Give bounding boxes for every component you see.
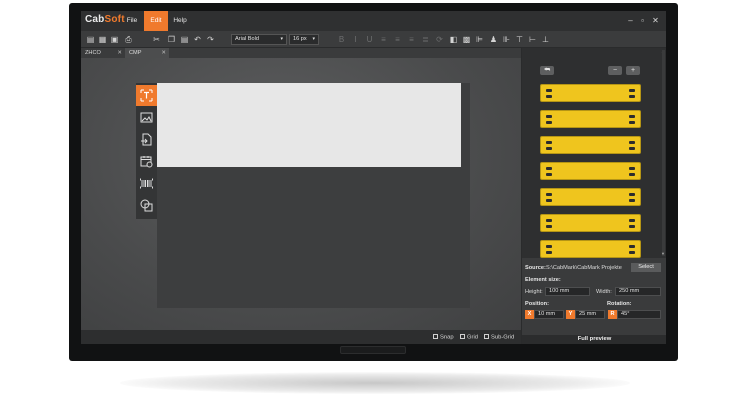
design-canvas[interactable] bbox=[81, 58, 521, 330]
bold-icon[interactable]: B bbox=[337, 35, 346, 44]
import-tool-icon[interactable] bbox=[136, 129, 157, 150]
monitor-notch bbox=[340, 346, 406, 354]
save-icon[interactable]: ▣ bbox=[110, 35, 119, 44]
rotate-icon[interactable]: ⟳ bbox=[435, 35, 444, 44]
properties-panel: Source: S:\CabMark\CabMark Projekte Sele… bbox=[522, 258, 666, 334]
align-right-edges-icon[interactable]: ⊪ bbox=[502, 35, 511, 44]
barcode-tool-icon[interactable] bbox=[136, 173, 157, 194]
subgrid-checkbox[interactable]: Sub-Grid bbox=[484, 334, 514, 341]
x-axis-badge: X bbox=[525, 310, 534, 319]
source-path: S:\CabMark\CabMark Projekte bbox=[546, 265, 622, 271]
italic-icon[interactable]: I bbox=[351, 35, 360, 44]
shape-tool-icon[interactable] bbox=[136, 195, 157, 216]
width-label: Width: bbox=[596, 289, 612, 295]
text-tool-icon[interactable] bbox=[136, 85, 157, 106]
element-size-label: Element size: bbox=[525, 277, 561, 283]
minimize-icon[interactable]: – bbox=[625, 15, 636, 26]
redo-icon[interactable]: ↷ bbox=[206, 35, 215, 44]
tag-item[interactable] bbox=[540, 110, 641, 128]
align-middle-icon[interactable]: ⊢ bbox=[528, 35, 537, 44]
rotation-axis-badge: R bbox=[608, 310, 617, 319]
width-field[interactable]: 250 mm bbox=[615, 287, 661, 296]
tag-item[interactable] bbox=[540, 136, 641, 154]
align-centers-icon[interactable]: ♟ bbox=[489, 35, 498, 44]
rotation-field[interactable]: 45° bbox=[617, 310, 661, 319]
scroll-down-icon[interactable]: ▼ bbox=[661, 251, 665, 256]
align-center-icon[interactable]: ≡ bbox=[393, 35, 402, 44]
tab-cmp[interactable]: CMP ✕ bbox=[125, 48, 169, 58]
tag-item[interactable] bbox=[540, 240, 641, 258]
full-preview-button[interactable]: Full preview bbox=[522, 335, 666, 344]
tag-item[interactable] bbox=[540, 84, 641, 102]
zoom-in-button[interactable]: + bbox=[626, 66, 640, 75]
preview-scrollbar[interactable] bbox=[662, 50, 665, 256]
align-left-icon[interactable]: ≡ bbox=[379, 35, 388, 44]
label-text-area[interactable] bbox=[157, 83, 461, 167]
close-icon[interactable]: ✕ bbox=[650, 15, 661, 26]
layer-icon[interactable]: ◧ bbox=[449, 35, 458, 44]
menu-file[interactable]: File bbox=[121, 11, 143, 31]
document-tabs: ZHCO ✕ CMP ✕ bbox=[81, 48, 521, 58]
font-family-select[interactable]: Arial Bold ▾ bbox=[231, 34, 287, 45]
image-tool-icon[interactable] bbox=[136, 107, 157, 128]
align-bottom-icon[interactable]: ⊥ bbox=[541, 35, 550, 44]
zoom-out-button[interactable]: − bbox=[608, 66, 622, 75]
restore-icon[interactable]: ▫ bbox=[637, 15, 648, 26]
title-bar: CabSoft File Edit Help – ▫ ✕ bbox=[81, 11, 666, 31]
tool-palette bbox=[136, 83, 157, 219]
x-position-field[interactable]: 10 mm bbox=[534, 310, 564, 319]
underline-icon[interactable]: U bbox=[365, 35, 374, 44]
y-position-field[interactable]: 25 mm bbox=[575, 310, 605, 319]
height-field[interactable]: 100 mm bbox=[545, 287, 590, 296]
source-label: Source: bbox=[525, 265, 546, 271]
font-size-select[interactable]: 16 px ▾ bbox=[289, 34, 319, 45]
tab-zhco[interactable]: ZHCO ✕ bbox=[81, 48, 125, 58]
bring-front-icon[interactable]: ▩ bbox=[462, 35, 471, 44]
paste-icon[interactable]: ▤ bbox=[180, 35, 189, 44]
tag-preview: ⮪ − + ▲ ▼ bbox=[522, 48, 666, 258]
back-arrow-icon[interactable]: ⮪ bbox=[540, 66, 554, 75]
menu-help[interactable]: Help bbox=[169, 11, 191, 31]
height-label: Height: bbox=[525, 289, 543, 295]
close-tab-icon[interactable]: ✕ bbox=[161, 48, 166, 58]
align-right-icon[interactable]: ≡ bbox=[407, 35, 416, 44]
justify-icon[interactable]: ≣ bbox=[421, 35, 430, 44]
right-panel: ⮪ − + ▲ ▼ Source: S:\CabMark\CabMark Pro… bbox=[521, 48, 666, 344]
close-tab-icon[interactable]: ✕ bbox=[117, 48, 122, 58]
align-left-edges-icon[interactable]: ⊫ bbox=[475, 35, 484, 44]
menu-edit[interactable]: Edit bbox=[144, 11, 168, 31]
device-shadow bbox=[120, 372, 630, 394]
tag-item[interactable] bbox=[540, 188, 641, 206]
app-window: CabSoft File Edit Help – ▫ ✕ ▤ ▦ ▣ ⎙ ✂ ❐… bbox=[81, 11, 666, 344]
copy-icon[interactable]: ❐ bbox=[167, 35, 176, 44]
tag-item[interactable] bbox=[540, 162, 641, 180]
align-top-icon[interactable]: ⊤ bbox=[515, 35, 524, 44]
open-folder-icon[interactable]: ▦ bbox=[98, 35, 107, 44]
snap-checkbox[interactable]: Snap bbox=[433, 334, 454, 341]
undo-icon[interactable]: ↶ bbox=[193, 35, 202, 44]
date-tool-icon[interactable] bbox=[136, 151, 157, 172]
main-toolbar: ▤ ▦ ▣ ⎙ ✂ ❐ ▤ ↶ ↷ Arial Bold ▾ 16 px ▾ B I… bbox=[81, 31, 666, 48]
status-bar: Snap Grid Sub-Grid bbox=[81, 330, 521, 344]
app-logo: CabSoft bbox=[85, 14, 125, 25]
grid-checkbox[interactable]: Grid bbox=[460, 334, 478, 341]
new-file-icon[interactable]: ▤ bbox=[86, 35, 95, 44]
cut-icon[interactable]: ✂ bbox=[152, 35, 161, 44]
y-axis-badge: Y bbox=[566, 310, 575, 319]
position-label: Position: bbox=[525, 301, 549, 307]
rotation-label: Rotation: bbox=[607, 301, 632, 307]
print-icon[interactable]: ⎙ bbox=[124, 35, 133, 44]
tag-item[interactable] bbox=[540, 214, 641, 232]
select-button[interactable]: Select bbox=[631, 263, 661, 272]
